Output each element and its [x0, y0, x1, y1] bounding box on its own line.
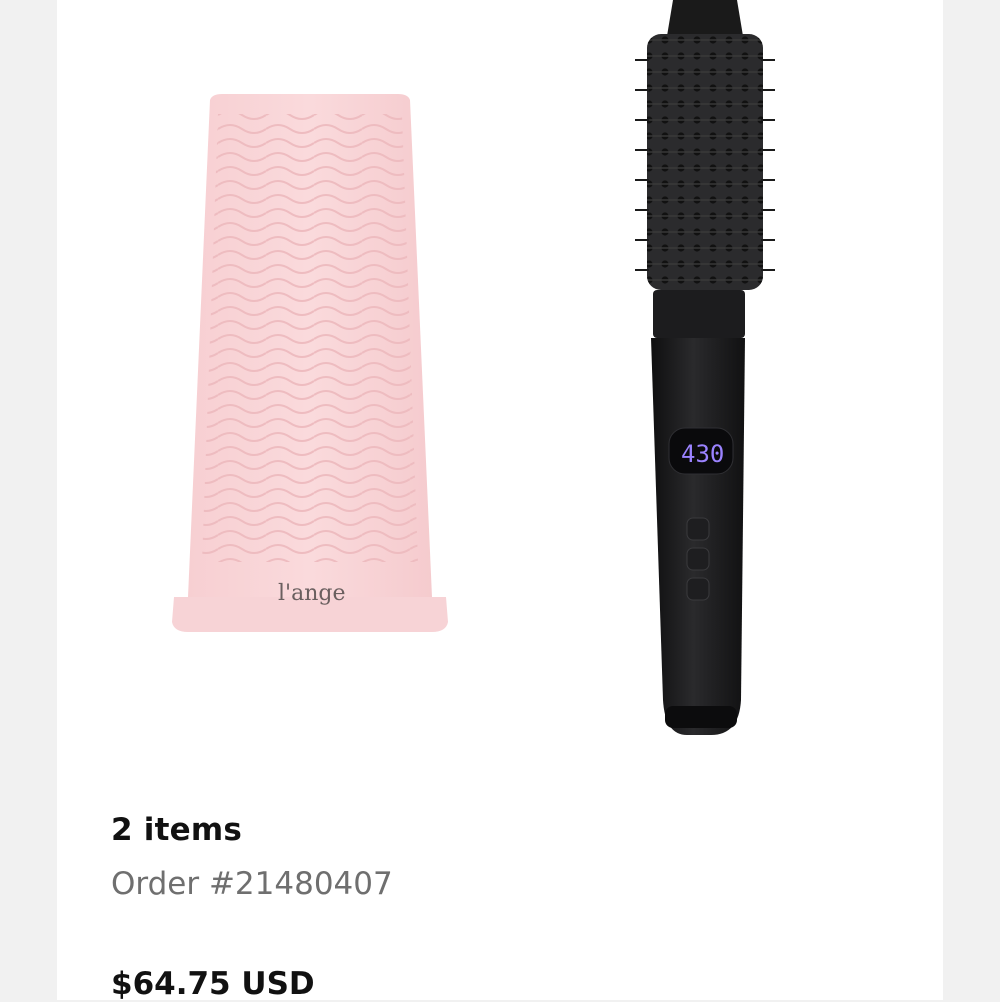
temperature-display: 430: [681, 440, 724, 468]
heated-round-brush-image: 430: [635, 0, 775, 735]
heat-mat-image: l'ange: [172, 94, 448, 632]
item-count: 2 items: [111, 812, 242, 848]
order-number: Order #21480407: [111, 866, 393, 902]
brand-wordmark: l'ange: [278, 581, 345, 606]
order-total: $64.75 USD: [111, 966, 315, 1002]
